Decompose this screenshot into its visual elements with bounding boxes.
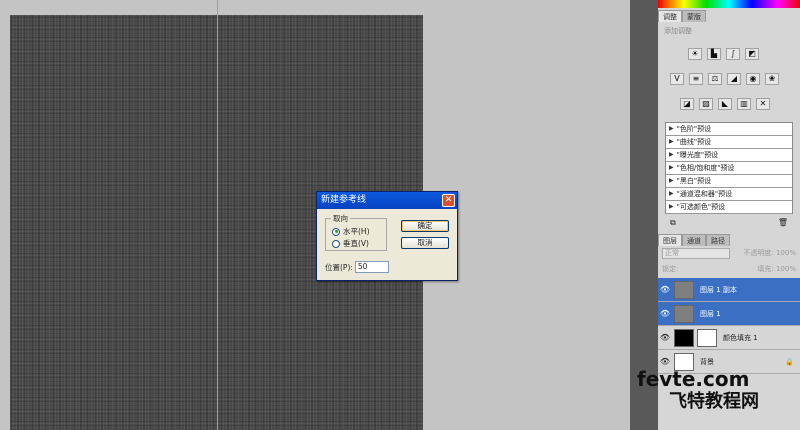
dialog-title: 新建参考线 xyxy=(321,195,367,205)
preset-label: "通道混和器"预设 xyxy=(676,190,733,198)
color-spectrum[interactable] xyxy=(658,0,800,8)
black-white-icon[interactable]: ◢ xyxy=(727,73,741,85)
eye-icon[interactable]: 👁 xyxy=(658,309,672,318)
list-item[interactable]: ▶ "黑白"预设 xyxy=(666,175,792,188)
canvas-workspace[interactable] xyxy=(0,0,630,430)
dialog-titlebar[interactable]: 新建参考线 ✕ xyxy=(317,192,457,209)
list-item[interactable]: ▶ "曲线"预设 xyxy=(666,136,792,149)
list-item[interactable]: ▶ "色阶"预设 xyxy=(666,123,792,136)
lock-label: 锁定: xyxy=(662,265,679,273)
blend-row: 正常 不透明度: 100% xyxy=(662,248,796,260)
preset-label: "黑白"预设 xyxy=(676,177,712,185)
position-label: 位置(P): xyxy=(325,262,353,272)
lock-icon: 🔒 xyxy=(785,357,794,366)
layers-tabs: 图层 通道 路径 xyxy=(658,234,730,246)
new-guide-dialog: 新建参考线 ✕ 取向 水平(H) 垂直(V) 位置(P): 50 确定 取消 xyxy=(316,191,458,281)
watermark-site-name: 飞特教程网 xyxy=(669,391,759,412)
preset-label: "可选颜色"预设 xyxy=(676,203,726,211)
invert-icon[interactable]: ◪ xyxy=(680,98,694,110)
preset-label: "曝光度"预设 xyxy=(676,151,719,159)
eye-icon[interactable]: 👁 xyxy=(658,357,672,366)
levels-icon[interactable]: ▙ xyxy=(707,48,721,60)
adjustment-icons-row-1: ☀ ▙ ∫ ◩ xyxy=(688,48,759,60)
brightness-icon[interactable]: ☀ xyxy=(688,48,702,60)
horizontal-label: 水平(H) xyxy=(343,227,370,236)
expand-arrow-icon[interactable]: ▶ xyxy=(669,123,674,135)
layer-thumbnail xyxy=(674,328,694,347)
tab-channels[interactable]: 通道 xyxy=(682,234,706,246)
preset-label: "色相/饱和度"预设 xyxy=(676,164,735,172)
preset-list: ▶ "色阶"预设 ▶ "曲线"预设 ▶ "曝光度"预设 ▶ "色相/饱和度"预设 ▶ "黑… xyxy=(665,122,793,214)
gradient-map-icon[interactable]: ▥ xyxy=(737,98,751,110)
orientation-group: 取向 水平(H) 垂直(V) xyxy=(325,213,387,251)
list-item[interactable]: ▶ "可选颜色"预设 xyxy=(666,201,792,214)
opacity-field[interactable]: 不透明度: 100% xyxy=(743,248,796,260)
expand-arrow-icon[interactable]: ▶ xyxy=(669,175,674,187)
expand-arrow-icon[interactable]: ▶ xyxy=(669,201,674,213)
expand-arrow-icon[interactable]: ▶ xyxy=(669,162,674,174)
fill-field[interactable]: 填充: 100% xyxy=(757,264,796,276)
tab-adjustments[interactable]: 调整 xyxy=(658,10,682,22)
ok-button[interactable]: 确定 xyxy=(401,220,449,232)
adjustment-icons-row-2: V ≡ ⚖ ◢ ◉ ❀ xyxy=(670,73,779,85)
expand-arrow-icon[interactable]: ▶ xyxy=(669,136,674,148)
layer-name: 图层 1 副本 xyxy=(700,285,737,294)
clip-layer-icon[interactable]: ⧉ xyxy=(670,218,676,232)
horizontal-radio[interactable] xyxy=(332,227,340,236)
expand-arrow-icon[interactable]: ▶ xyxy=(669,149,674,161)
eye-icon[interactable]: 👁 xyxy=(658,285,672,294)
vibrance-icon[interactable]: V xyxy=(670,73,684,85)
lock-row: 锁定: 填充: 100% xyxy=(662,264,796,276)
layers-list: 👁 图层 1 副本 👁 图层 1 👁 颜色填充 1 👁 背景 🔒 xyxy=(658,278,800,374)
layer-thumbnail xyxy=(674,280,694,299)
adjustments-tabs: 调整 蒙版 xyxy=(658,10,706,22)
layer-name: 背景 xyxy=(700,357,714,366)
list-item[interactable]: ▶ "通道混和器"预设 xyxy=(666,188,792,201)
preset-label: "曲线"预设 xyxy=(676,138,712,146)
tab-paths[interactable]: 路径 xyxy=(706,234,730,246)
adjustments-subtitle: 添加调整 xyxy=(664,27,692,35)
position-input[interactable]: 50 xyxy=(354,261,389,273)
color-balance-icon[interactable]: ⚖ xyxy=(708,73,722,85)
eye-icon[interactable]: 👁 xyxy=(658,333,672,342)
layer-row[interactable]: 👁 颜色填充 1 xyxy=(658,326,800,350)
watermark-url: fevte.com xyxy=(637,367,750,391)
vertical-guide-line[interactable] xyxy=(217,0,218,430)
layer-row[interactable]: 👁 图层 1 副本 xyxy=(658,278,800,302)
trash-icon[interactable]: 🗑 xyxy=(778,218,788,232)
layer-thumbnail xyxy=(674,304,694,323)
photo-filter-icon[interactable]: ◉ xyxy=(746,73,760,85)
cancel-button[interactable]: 取消 xyxy=(401,237,449,249)
horizontal-radio-row[interactable]: 水平(H) xyxy=(332,226,370,237)
right-panel: 调整 蒙版 添加调整 ☀ ▙ ∫ ◩ V ≡ ⚖ ◢ ◉ ❀ ◪ ▨ ◣ ▥ ✕… xyxy=(658,0,800,430)
preset-label: "色阶"预设 xyxy=(676,125,712,133)
selective-color-icon[interactable]: ✕ xyxy=(756,98,770,110)
layer-name: 图层 1 xyxy=(700,309,721,318)
adjustment-icons-row-3: ◪ ▨ ◣ ▥ ✕ xyxy=(680,98,770,110)
list-item[interactable]: ▶ "色相/饱和度"预设 xyxy=(666,162,792,175)
orientation-label: 取向 xyxy=(331,213,350,224)
blend-mode-select[interactable]: 正常 xyxy=(662,248,730,259)
tab-layers[interactable]: 图层 xyxy=(658,234,682,246)
curves-icon[interactable]: ∫ xyxy=(726,48,740,60)
expand-arrow-icon[interactable]: ▶ xyxy=(669,188,674,200)
threshold-icon[interactable]: ◣ xyxy=(718,98,732,110)
vertical-label: 垂直(V) xyxy=(343,239,369,248)
layer-name: 颜色填充 1 xyxy=(723,333,758,342)
layer-row[interactable]: 👁 图层 1 xyxy=(658,302,800,326)
vertical-radio[interactable] xyxy=(332,239,340,248)
posterize-icon[interactable]: ▨ xyxy=(699,98,713,110)
position-row: 位置(P): 50 xyxy=(325,261,389,273)
channel-mixer-icon[interactable]: ❀ xyxy=(765,73,779,85)
exposure-icon[interactable]: ◩ xyxy=(745,48,759,60)
hue-saturation-icon[interactable]: ≡ xyxy=(689,73,703,85)
close-icon[interactable]: ✕ xyxy=(442,194,455,207)
list-item[interactable]: ▶ "曝光度"预设 xyxy=(666,149,792,162)
adjustments-footer: ⧉ 🗑 xyxy=(658,218,800,232)
vertical-radio-row[interactable]: 垂直(V) xyxy=(332,238,369,249)
tab-masks[interactable]: 蒙版 xyxy=(682,10,706,22)
panel-gutter xyxy=(630,0,658,430)
watermark: fevte.com 飞特教程网 xyxy=(637,368,800,430)
layer-mask-thumbnail[interactable] xyxy=(697,328,717,347)
